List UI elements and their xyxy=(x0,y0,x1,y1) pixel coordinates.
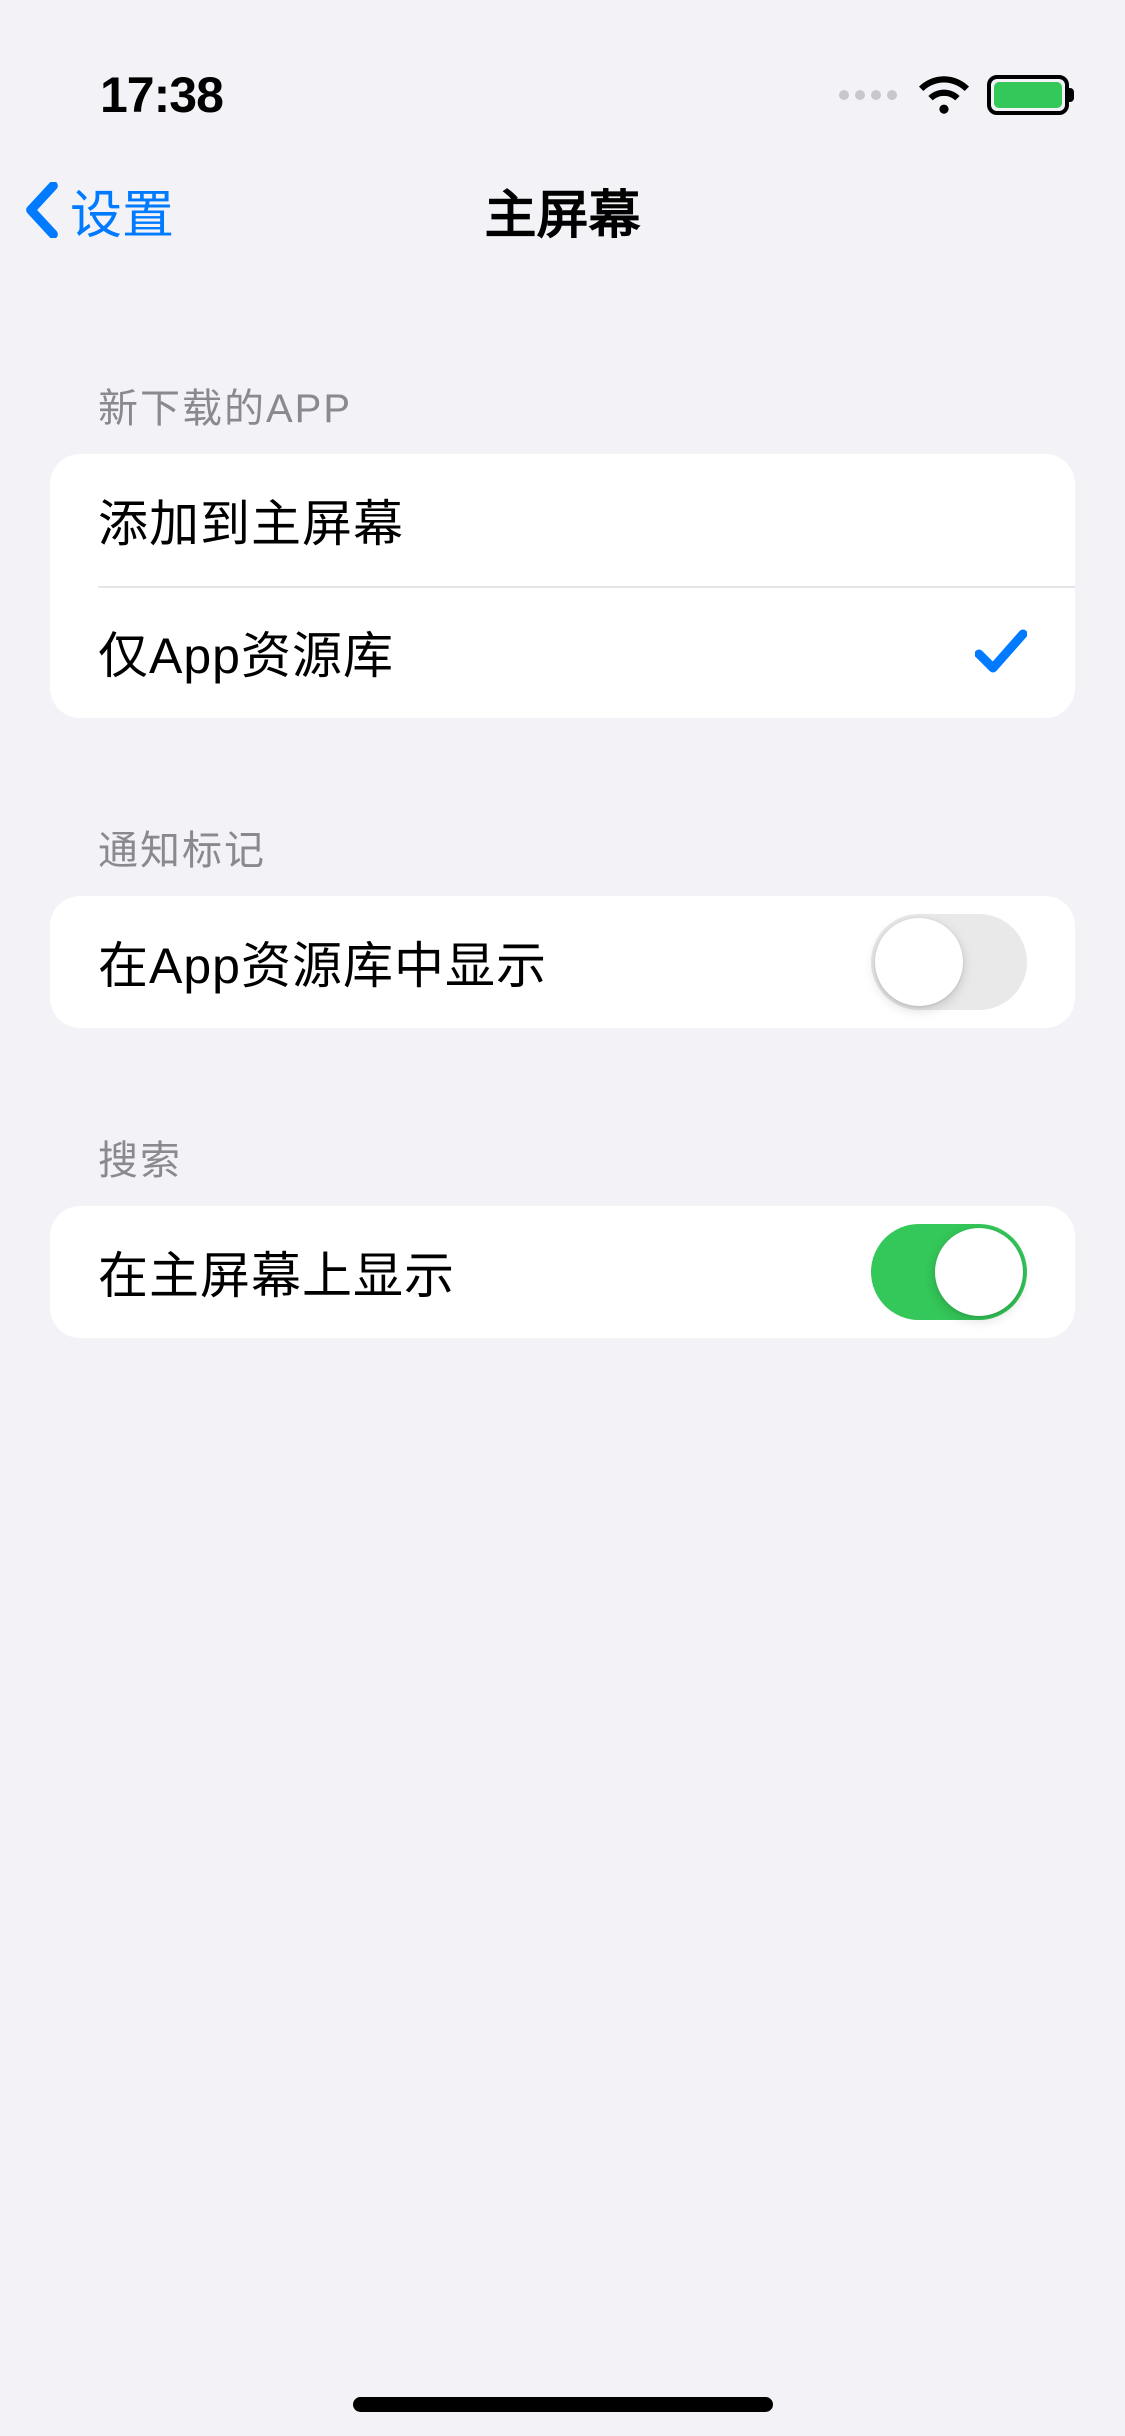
toggle-show-on-home[interactable] xyxy=(871,1224,1027,1320)
signal-dots-icon xyxy=(839,90,897,100)
home-indicator xyxy=(353,2397,773,2412)
section-notification-badges: 通知标记 在App资源库中显示 xyxy=(50,818,1075,1028)
row-label: 在App资源库中显示 xyxy=(98,926,547,998)
checkmark-icon xyxy=(975,628,1027,676)
back-label: 设置 xyxy=(70,173,174,248)
section-body: 添加到主屏幕 仅App资源库 xyxy=(50,454,1075,718)
section-search: 搜索 在主屏幕上显示 xyxy=(50,1128,1075,1338)
row-label: 添加到主屏幕 xyxy=(98,484,404,556)
content: 新下载的APP 添加到主屏幕 仅App资源库 通知标记 在App资源库中显示 xyxy=(0,376,1125,1338)
toggle-knob xyxy=(875,918,963,1006)
option-add-to-home[interactable]: 添加到主屏幕 xyxy=(50,454,1075,586)
page-title: 主屏幕 xyxy=(484,173,640,248)
toggle-knob xyxy=(935,1228,1023,1316)
chevron-left-icon xyxy=(24,182,60,238)
section-header: 通知标记 xyxy=(50,818,1075,896)
nav-bar: 设置 主屏幕 xyxy=(0,140,1125,280)
status-bar: 17:38 xyxy=(0,0,1125,140)
battery-icon xyxy=(987,75,1069,115)
row-show-on-home: 在主屏幕上显示 xyxy=(50,1206,1075,1338)
section-header: 新下载的APP xyxy=(50,376,1075,454)
row-label: 在主屏幕上显示 xyxy=(98,1236,455,1308)
option-app-library-only[interactable]: 仅App资源库 xyxy=(50,586,1075,718)
section-body: 在主屏幕上显示 xyxy=(50,1206,1075,1338)
status-time: 17:38 xyxy=(100,66,223,124)
status-right xyxy=(839,75,1069,115)
section-new-downloads: 新下载的APP 添加到主屏幕 仅App资源库 xyxy=(50,376,1075,718)
section-header: 搜索 xyxy=(50,1128,1075,1206)
toggle-show-in-app-library[interactable] xyxy=(871,914,1027,1010)
row-show-in-app-library: 在App资源库中显示 xyxy=(50,896,1075,1028)
wifi-icon xyxy=(919,76,969,114)
section-body: 在App资源库中显示 xyxy=(50,896,1075,1028)
back-button[interactable]: 设置 xyxy=(24,173,174,248)
row-label: 仅App资源库 xyxy=(98,616,394,688)
